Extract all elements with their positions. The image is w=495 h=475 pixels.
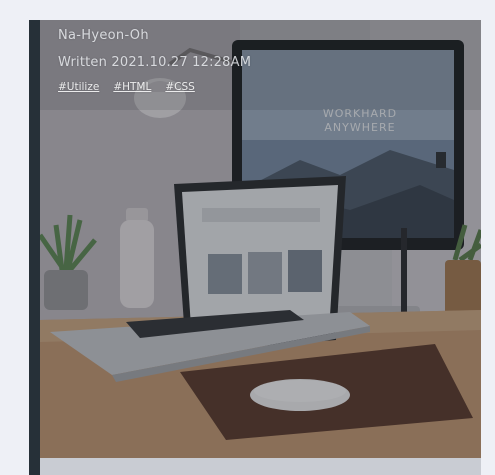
author-name: Na-Hyeon-Oh xyxy=(58,28,149,43)
card-bottom-bar xyxy=(40,458,481,475)
written-date: Written 2021.10.27 12:28AM xyxy=(58,55,252,70)
tag-utilize[interactable]: #Utilize xyxy=(58,81,99,93)
post-meta: Na-Hyeon-Oh Written 2021.10.27 12:28AM #… xyxy=(58,28,251,93)
post-thumbnail[interactable]: WORKHARD ANYWHERE Na-Hyeon-Oh Written 20… xyxy=(40,20,481,458)
tag-css[interactable]: #CSS xyxy=(165,81,194,93)
tag-list: #Utilize #HTML #CSS xyxy=(58,81,251,93)
tag-html[interactable]: #HTML xyxy=(113,81,151,93)
post-card[interactable]: WORKHARD ANYWHERE Na-Hyeon-Oh Written 20… xyxy=(29,20,481,475)
card-left-accent xyxy=(29,20,40,475)
